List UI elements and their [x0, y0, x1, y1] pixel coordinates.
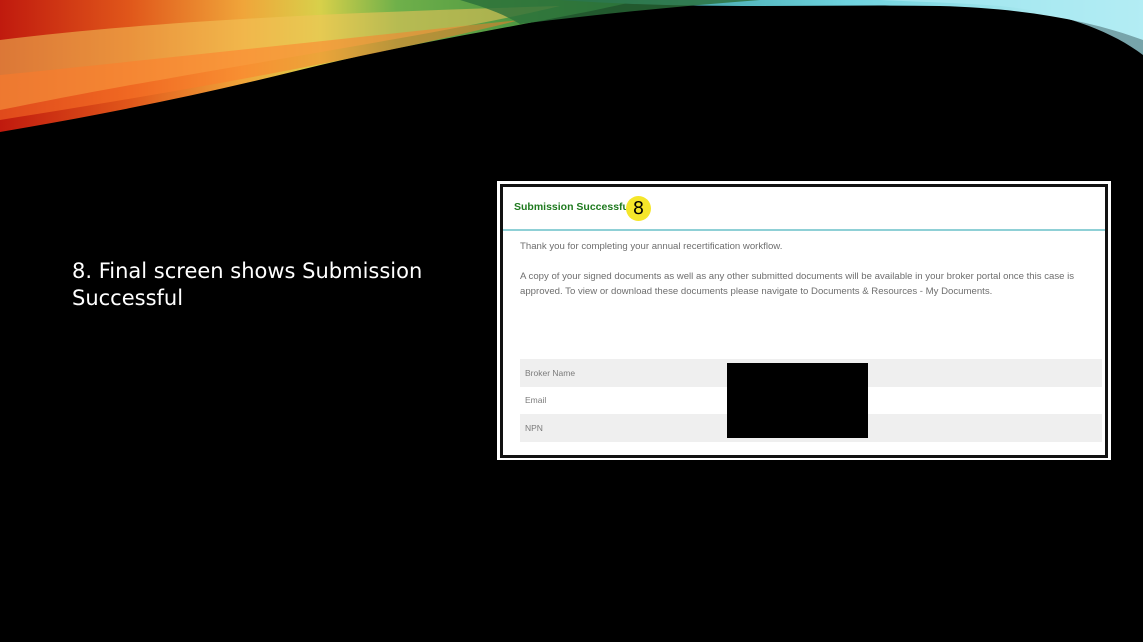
panel-header: Submission Successful! 8 — [503, 187, 1105, 231]
documents-info-message: A copy of your signed documents as well … — [520, 271, 1075, 297]
step-number-badge: 8 — [626, 196, 651, 221]
submission-panel: Submission Successful! 8 Thank you for c… — [500, 184, 1108, 458]
redaction-box — [727, 363, 868, 438]
screenshot-frame: Submission Successful! 8 Thank you for c… — [497, 181, 1111, 460]
submission-success-title: Submission Successful! — [514, 201, 636, 213]
decorative-swoosh-banner — [0, 0, 1143, 132]
slide-caption: 8. Final screen shows Submission Success… — [72, 259, 423, 310]
thank-you-message: Thank you for completing your annual rec… — [520, 241, 783, 252]
